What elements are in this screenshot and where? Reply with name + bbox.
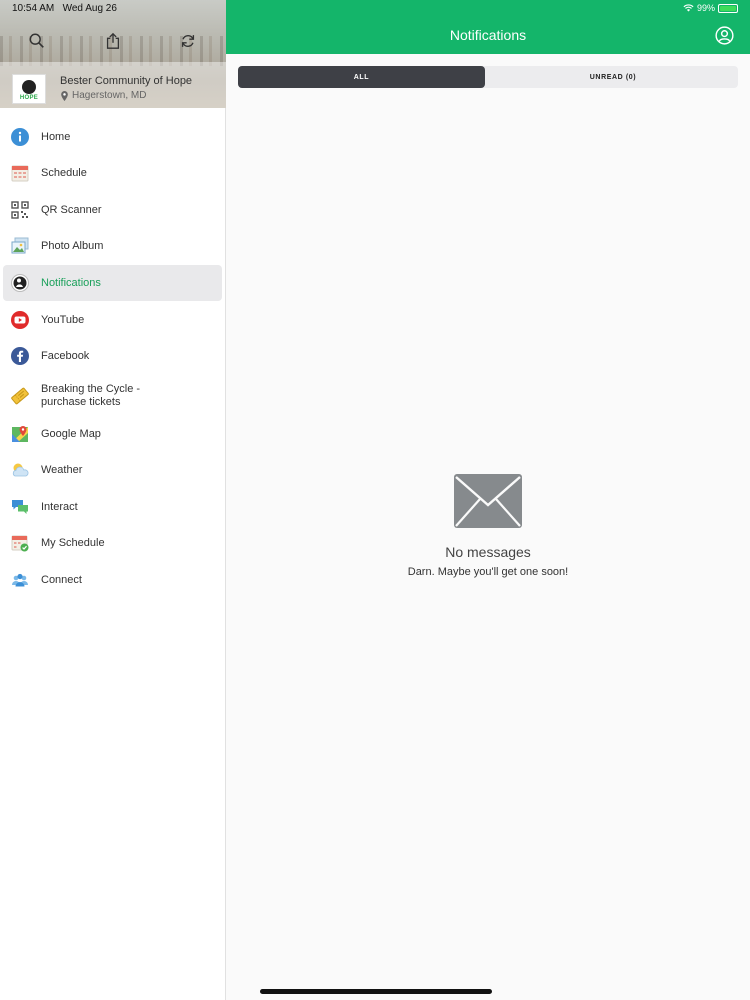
sidebar-item-label: Weather <box>41 463 83 476</box>
sidebar: 10:54 AM Wed Aug 26 HOPE Bester Communit… <box>0 0 226 1000</box>
location-pin-icon <box>61 91 68 101</box>
sidebar-toolbar <box>0 30 226 54</box>
sidebar-item-label: QR Scanner <box>41 203 102 216</box>
empty-state-title: No messages <box>445 544 531 560</box>
empty-state-subtitle: Darn. Maybe you'll get one soon! <box>407 566 569 578</box>
people-icon <box>11 571 29 589</box>
sidebar-item-schedule[interactable]: Schedule <box>3 155 222 191</box>
weather-icon <box>11 461 29 479</box>
sidebar-item-label: Interact <box>41 500 78 513</box>
map-icon <box>11 425 29 443</box>
sidebar-item-weather[interactable]: Weather <box>3 452 222 488</box>
home-indicator[interactable] <box>260 989 492 994</box>
facebook-icon <box>11 347 29 365</box>
battery-icon <box>718 3 738 13</box>
status-time: 10:54 AM Wed Aug 26 <box>12 3 117 14</box>
sidebar-item-connect[interactable]: Connect <box>3 562 222 598</box>
sidebar-item-youtube[interactable]: YouTube <box>3 302 222 338</box>
page-title: Notifications <box>449 27 527 43</box>
sidebar-item-google-map[interactable]: Google Map <box>3 416 222 452</box>
sidebar-item-notifications[interactable]: Notifications <box>3 265 222 301</box>
sidebar-item-home[interactable]: Home <box>3 119 222 155</box>
sidebar-item-facebook[interactable]: Facebook <box>3 338 222 374</box>
org-info: HOPE Bester Community of Hope Hagerstown… <box>12 74 192 104</box>
sidebar-item-label: Schedule <box>41 166 87 179</box>
sidebar-item-label: Google Map <box>41 427 101 440</box>
photo-icon <box>11 237 29 255</box>
sidebar-item-breaking-the-cycle[interactable]: Breaking the Cycle - purchase tickets <box>3 374 222 418</box>
sidebar-item-label: Breaking the Cycle - purchase tickets <box>41 383 141 408</box>
sidebar-item-label: YouTube <box>41 313 85 326</box>
notification-filter-tabs: ALL UNREAD (0) <box>238 66 738 88</box>
sidebar-item-qr-scanner[interactable]: QR Scanner <box>3 192 222 228</box>
battery-percentage: 99% <box>696 3 715 13</box>
notifications-logo-icon <box>11 274 29 292</box>
chat-icon <box>11 498 29 516</box>
tab-unread[interactable]: UNREAD (0) <box>488 66 738 88</box>
wifi-icon <box>683 4 694 12</box>
org-location: Hagerstown, MD <box>60 88 192 104</box>
header-bar: 99% Notifications <box>226 0 750 54</box>
sidebar-item-my-schedule[interactable]: My Schedule <box>3 525 222 561</box>
org-logo: HOPE <box>12 74 46 104</box>
user-circle-icon[interactable] <box>715 26 734 45</box>
main-panel: 99% Notifications ALL UNREAD (0) No mess… <box>226 0 750 1000</box>
ticket-icon <box>11 387 29 405</box>
refresh-icon[interactable] <box>177 30 199 52</box>
share-icon[interactable] <box>102 30 124 52</box>
info-icon <box>11 128 29 146</box>
calendar-check-icon <box>11 534 29 552</box>
search-icon[interactable] <box>26 30 48 52</box>
calendar-icon <box>11 164 29 182</box>
sidebar-item-label: Facebook <box>41 349 90 362</box>
tab-all[interactable]: ALL <box>238 66 485 88</box>
qr-code-icon <box>11 201 29 219</box>
youtube-icon <box>11 311 29 329</box>
sidebar-item-label: Photo Album <box>41 239 104 252</box>
envelope-icon <box>454 474 522 528</box>
sidebar-item-label: Connect <box>41 573 82 586</box>
sidebar-item-label: My Schedule <box>41 536 105 549</box>
sidebar-item-label: Notifications <box>41 276 101 289</box>
status-indicators: 99% <box>683 3 738 13</box>
sidebar-header: 10:54 AM Wed Aug 26 HOPE Bester Communit… <box>0 0 226 108</box>
org-name: Bester Community of Hope <box>60 75 193 87</box>
sidebar-item-photo-album[interactable]: Photo Album <box>3 228 222 264</box>
empty-state: No messages Darn. Maybe you'll get one s… <box>226 474 750 578</box>
sidebar-item-label: Home <box>41 130 71 143</box>
sidebar-item-interact[interactable]: Interact <box>3 489 222 525</box>
